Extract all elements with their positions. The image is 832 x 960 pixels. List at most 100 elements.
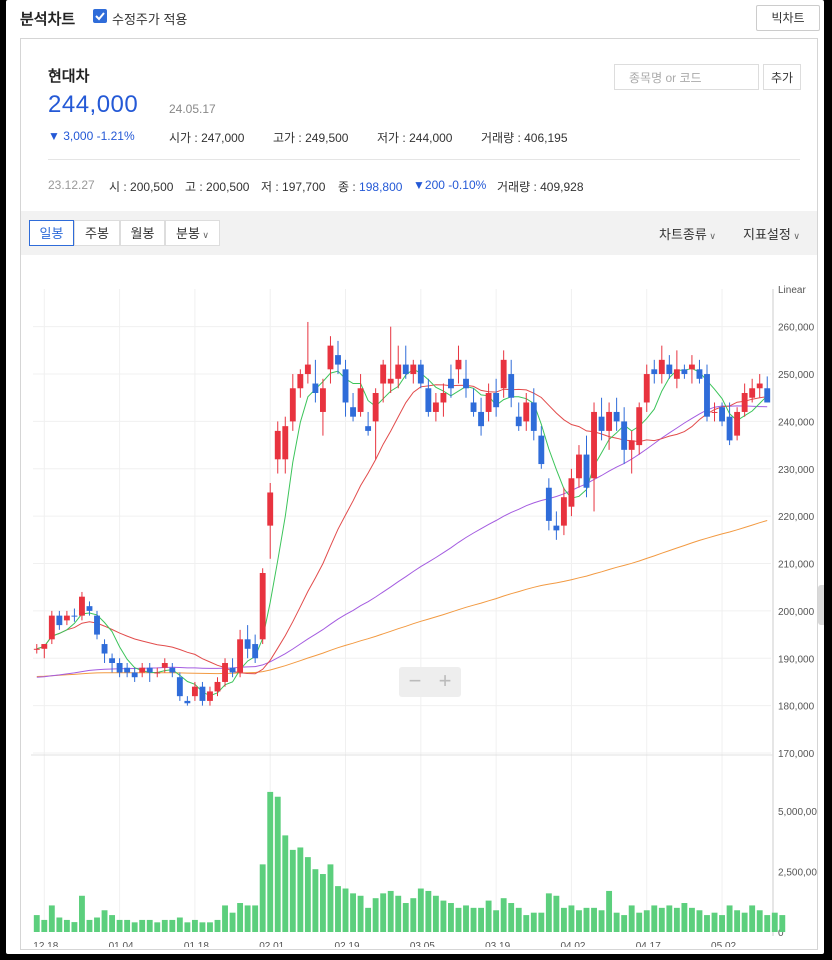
chart-type-dropdown[interactable]: 차트종류 ∨ bbox=[659, 224, 716, 243]
candle-body bbox=[651, 369, 658, 375]
plus-icon[interactable]: + bbox=[430, 669, 460, 693]
chevron-left-icon[interactable] bbox=[818, 585, 824, 625]
price-tick-label: 170,000 bbox=[778, 749, 815, 760]
candle-body bbox=[621, 421, 628, 450]
open-label: 시가 : bbox=[169, 131, 202, 145]
chart-background bbox=[21, 255, 817, 947]
candle-body bbox=[560, 497, 567, 526]
volume-bar bbox=[319, 874, 326, 932]
volume-bar bbox=[576, 910, 582, 932]
candle-body bbox=[628, 440, 635, 450]
search-input[interactable]: 종목명 or 코드 bbox=[614, 64, 759, 90]
volume-bar bbox=[395, 895, 402, 932]
volume-bar bbox=[229, 912, 236, 932]
volume-bar bbox=[154, 922, 161, 932]
candle-body bbox=[199, 686, 206, 701]
candle-body bbox=[425, 388, 432, 412]
candle-body bbox=[696, 369, 703, 379]
price-tick-label: 250,000 bbox=[778, 370, 815, 381]
candle-body bbox=[455, 359, 462, 370]
candle-body bbox=[139, 667, 146, 673]
candle-body bbox=[463, 378, 469, 389]
volume-bar bbox=[304, 857, 311, 932]
add-button[interactable]: 추가 bbox=[763, 64, 801, 90]
volume-bar bbox=[169, 919, 176, 932]
candle-body bbox=[207, 691, 213, 701]
tab-daily[interactable]: 일봉 bbox=[29, 220, 74, 246]
candle-body bbox=[282, 426, 289, 460]
volume-bar bbox=[470, 907, 477, 932]
volume-bar bbox=[779, 915, 786, 932]
candle-body bbox=[704, 374, 710, 417]
volume-bar bbox=[124, 919, 131, 932]
volume-bar bbox=[184, 922, 191, 932]
volume-label: 거래량 : bbox=[481, 131, 525, 145]
volume-bar bbox=[101, 910, 108, 932]
indicator-settings-dropdown[interactable]: 지표설정 ∨ bbox=[743, 224, 800, 243]
candle-body bbox=[756, 383, 763, 389]
volume-bar bbox=[335, 886, 341, 932]
volume-bar bbox=[485, 900, 492, 932]
tab-weekly[interactable]: 주봉 bbox=[74, 220, 120, 246]
tab-minute-label: 분봉 bbox=[175, 226, 200, 241]
candle-body bbox=[673, 369, 680, 379]
volume-bar bbox=[696, 910, 703, 932]
candle-body bbox=[448, 378, 454, 389]
hover-close: 종 : 198,800 bbox=[338, 178, 402, 195]
hover-volume-value: 409,928 bbox=[540, 180, 584, 194]
candle-body bbox=[387, 378, 394, 384]
adjusted-price-checkbox[interactable] bbox=[93, 9, 107, 23]
volume-bar bbox=[387, 890, 394, 932]
x-tick-label: 02.01 bbox=[259, 941, 284, 947]
candle-body bbox=[432, 402, 439, 412]
candle-body bbox=[741, 393, 748, 412]
x-tick-label: 04.02 bbox=[560, 941, 585, 947]
volume-bar bbox=[267, 791, 274, 932]
candle-body bbox=[79, 596, 85, 616]
volume-bar bbox=[621, 915, 628, 932]
volume-bar bbox=[372, 898, 379, 932]
candle-body bbox=[48, 615, 55, 640]
volume-bar bbox=[478, 907, 485, 932]
candle-body bbox=[184, 700, 191, 704]
trade-volume: 거래량 : 406,195 bbox=[481, 129, 568, 146]
candle-body bbox=[470, 402, 477, 412]
volume-bar bbox=[342, 888, 349, 932]
tab-minute[interactable]: 분봉 ∨ bbox=[165, 220, 220, 246]
volume-bar bbox=[41, 919, 48, 932]
hover-close-label: 종 : bbox=[338, 180, 360, 194]
big-chart-button[interactable]: 빅차트 bbox=[756, 5, 820, 31]
candle-body bbox=[523, 402, 530, 422]
volume-bar bbox=[771, 912, 778, 932]
hover-high-value: 200,500 bbox=[206, 180, 250, 194]
app-window: 분석차트 수정주가 적용 빅차트 현대차 244,000 24.05.17 ▼ … bbox=[6, 0, 824, 954]
volume-value: 406,195 bbox=[524, 131, 568, 145]
volume-bar bbox=[71, 922, 78, 932]
candle-body bbox=[297, 374, 304, 389]
price-change: ▼ 3,000 -1.21% bbox=[48, 129, 135, 143]
tab-monthly[interactable]: 월봉 bbox=[120, 220, 165, 246]
volume-bar bbox=[274, 796, 281, 932]
divider bbox=[48, 159, 800, 160]
candle-body bbox=[688, 364, 695, 370]
volume-bar bbox=[500, 898, 507, 932]
candle-body bbox=[711, 411, 718, 413]
candle-body bbox=[681, 369, 688, 375]
stock-chart[interactable]: Linear 260,000 250,000 240,000 230,000 220,00… bbox=[21, 255, 817, 947]
volume-tick-label: 2,500,000 bbox=[778, 868, 817, 879]
adjusted-price-label[interactable]: 수정주가 적용 bbox=[112, 9, 187, 28]
minus-icon[interactable]: − bbox=[400, 669, 430, 693]
volume-bar bbox=[651, 905, 658, 932]
price-tick-label: 180,000 bbox=[778, 702, 815, 713]
volume-bar bbox=[410, 898, 417, 932]
candle-body bbox=[161, 663, 168, 668]
price-tick-label: 210,000 bbox=[778, 560, 815, 571]
candle-body bbox=[101, 644, 108, 654]
candle-body bbox=[508, 374, 515, 398]
page-title: 분석차트 bbox=[20, 11, 76, 28]
price-tick-label: 260,000 bbox=[778, 323, 815, 334]
volume-bar bbox=[734, 910, 741, 932]
hover-change: ▼200 -0.10% bbox=[413, 178, 487, 192]
volume-bar bbox=[297, 847, 304, 932]
change-amount: 3,000 bbox=[63, 129, 94, 143]
